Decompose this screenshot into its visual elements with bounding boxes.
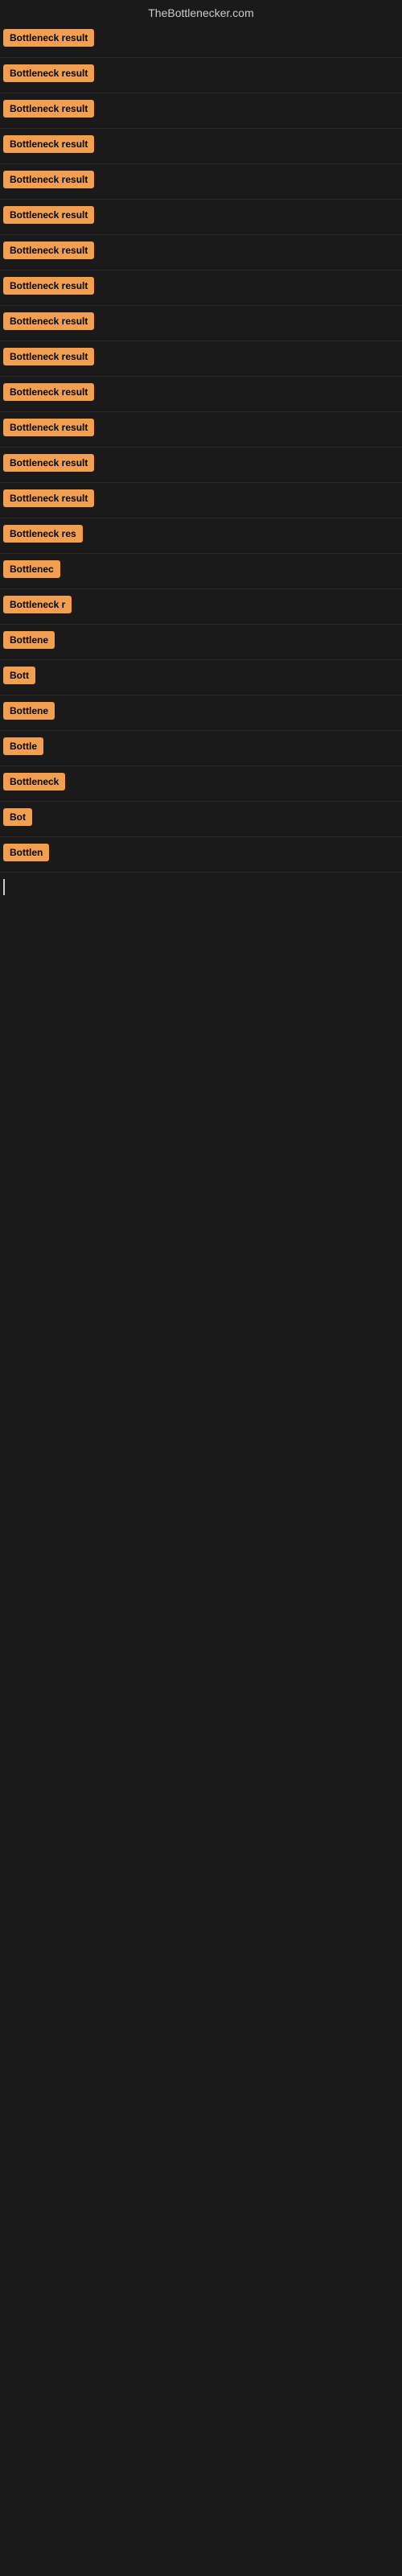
results-container: Bottleneck result Bottleneck result Bottle… — [0, 23, 402, 873]
result-row: Bottleneck result — [0, 377, 402, 412]
result-row: Bottleneck — [0, 766, 402, 802]
bottleneck-badge[interactable]: Bottlen — [3, 844, 49, 861]
bottleneck-badge[interactable]: Bottleneck result — [3, 454, 94, 472]
bottleneck-badge[interactable]: Bott — [3, 667, 35, 684]
bottleneck-badge[interactable]: Bottlenec — [3, 560, 60, 578]
result-row: Bottlen — [0, 837, 402, 873]
result-row: Bottleneck result — [0, 58, 402, 93]
bottleneck-badge[interactable]: Bottlene — [3, 631, 55, 649]
result-row: Bottlene — [0, 696, 402, 731]
result-row: Bottleneck result — [0, 93, 402, 129]
result-row: Bottleneck result — [0, 412, 402, 448]
bottleneck-badge[interactable]: Bottleneck — [3, 773, 65, 791]
bottleneck-badge[interactable]: Bottleneck result — [3, 348, 94, 365]
bottleneck-badge[interactable]: Bottleneck result — [3, 489, 94, 507]
bottleneck-badge[interactable]: Bottleneck result — [3, 419, 94, 436]
bottleneck-badge[interactable]: Bottleneck result — [3, 29, 94, 47]
result-row: Bottleneck result — [0, 306, 402, 341]
result-row: Bott — [0, 660, 402, 696]
result-row: Bottleneck r — [0, 589, 402, 625]
bottleneck-badge[interactable]: Bottleneck result — [3, 383, 94, 401]
bottleneck-badge[interactable]: Bottleneck res — [3, 525, 83, 543]
bottleneck-badge[interactable]: Bottle — [3, 737, 43, 755]
result-row: Bot — [0, 802, 402, 837]
result-row: Bottle — [0, 731, 402, 766]
bottleneck-badge[interactable]: Bottleneck r — [3, 596, 72, 613]
result-row: Bottlenec — [0, 554, 402, 589]
result-row: Bottleneck result — [0, 448, 402, 483]
bottleneck-badge[interactable]: Bottleneck result — [3, 100, 94, 118]
bottleneck-badge[interactable]: Bottleneck result — [3, 242, 94, 259]
bottleneck-badge[interactable]: Bottleneck result — [3, 135, 94, 153]
result-row: Bottleneck result — [0, 270, 402, 306]
bottleneck-badge[interactable]: Bot — [3, 808, 32, 826]
bottleneck-badge[interactable]: Bottleneck result — [3, 171, 94, 188]
bottleneck-badge[interactable]: Bottlene — [3, 702, 55, 720]
result-row: Bottleneck result — [0, 164, 402, 200]
result-row: Bottleneck result — [0, 341, 402, 377]
result-row: Bottlene — [0, 625, 402, 660]
result-row: Bottleneck result — [0, 23, 402, 58]
bottleneck-badge[interactable]: Bottleneck result — [3, 312, 94, 330]
result-row: Bottleneck result — [0, 200, 402, 235]
result-row: Bottleneck result — [0, 129, 402, 164]
result-row: Bottleneck result — [0, 235, 402, 270]
cursor-indicator — [3, 879, 5, 895]
site-title: TheBottlenecker.com — [0, 0, 402, 23]
result-row: Bottleneck res — [0, 518, 402, 554]
bottleneck-badge[interactable]: Bottleneck result — [3, 206, 94, 224]
result-row: Bottleneck result — [0, 483, 402, 518]
bottleneck-badge[interactable]: Bottleneck result — [3, 64, 94, 82]
bottleneck-badge[interactable]: Bottleneck result — [3, 277, 94, 295]
